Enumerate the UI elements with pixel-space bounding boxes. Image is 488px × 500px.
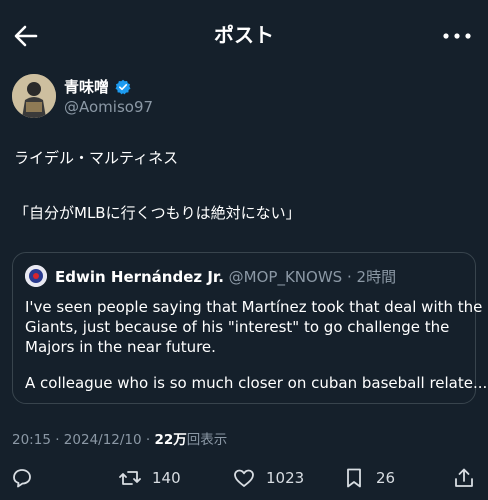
quote-avatar-image (25, 265, 47, 287)
tweet-date: 2024/12/10 (63, 432, 142, 448)
retweet-button[interactable]: 140 (118, 466, 181, 490)
meta-separator: · (55, 432, 60, 448)
verified-icon (115, 79, 131, 95)
more-button[interactable] (442, 22, 472, 50)
action-bar: 140 1023 26 (0, 466, 488, 500)
quote-text-line-1: I've seen people saying that Martínez to… (25, 298, 483, 316)
quote-author-name[interactable]: Edwin Hernández Jr. (55, 268, 224, 286)
like-icon (234, 469, 254, 487)
tweet-text-line-1: ライデル・マルティネス (14, 149, 179, 167)
quote-text-line-4: A colleague who is so much closer on cub… (25, 374, 488, 392)
avatar-image (12, 74, 56, 118)
quote-separator: · (346, 268, 352, 286)
quote-text-line-3: Majors in the near future. (25, 338, 216, 356)
meta-separator-2: · (145, 432, 151, 448)
author-handle[interactable]: @Aomiso97 (64, 97, 153, 117)
retweet-count: 140 (152, 469, 181, 487)
bookmark-count: 26 (376, 469, 396, 487)
like-count: 1023 (266, 469, 305, 487)
tweet-text-line-2: 「自分がMLBに行くつもりは絶対にない」 (14, 204, 301, 222)
bookmark-button[interactable]: 26 (342, 466, 395, 490)
reply-button[interactable] (10, 466, 34, 490)
quote-author-handle[interactable]: @MOP_KNOWS (229, 268, 343, 286)
views-label: 回表示 (186, 432, 228, 448)
page-title: ポスト (214, 23, 274, 47)
tweet-time: 20:15 (12, 432, 51, 448)
like-button[interactable]: 1023 (232, 466, 304, 490)
bookmark-icon (347, 468, 361, 488)
retweet-icon (119, 471, 141, 485)
quote-timestamp: 2時間 (356, 268, 397, 286)
share-button[interactable] (452, 466, 476, 490)
reply-icon (13, 469, 31, 488)
quote-header: Edwin Hernández Jr. @MOP_KNOWS · 2時間 (55, 267, 396, 287)
quote-avatar[interactable] (25, 265, 47, 287)
views-count: 22万 (154, 432, 187, 448)
quoted-tweet[interactable]: Edwin Hernández Jr. @MOP_KNOWS · 2時間 I'v… (12, 252, 487, 404)
author-name[interactable]: 青味噌 (64, 77, 131, 97)
avatar[interactable] (12, 74, 56, 118)
tweet-meta: 20:15 · 2024/12/10 · 22万回表示 (12, 430, 227, 450)
quote-text-line-2: Giants, just because of his "interest" t… (25, 318, 450, 336)
more-icon (443, 33, 471, 39)
top-bar: ポスト (0, 0, 488, 70)
share-icon (455, 468, 473, 487)
author-name-text: 青味噌 (64, 78, 110, 96)
